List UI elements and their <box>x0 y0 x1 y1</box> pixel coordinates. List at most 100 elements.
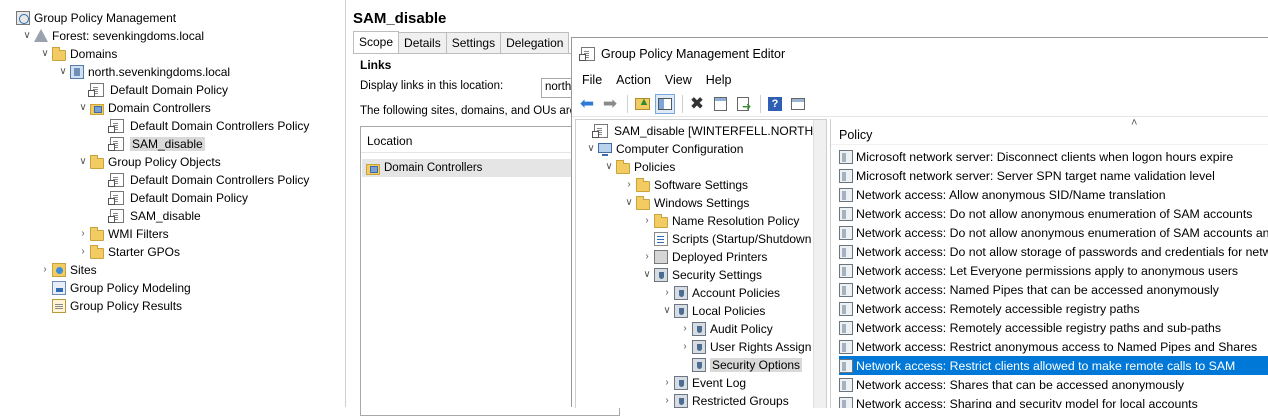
expand-chevron-icon[interactable]: › <box>660 374 674 392</box>
tree-item[interactable]: ∨ Security Settings <box>640 266 762 284</box>
collapse-chevron-icon[interactable]: ∨ <box>76 99 90 117</box>
policy-row[interactable]: Network access: Let Everyone permissions… <box>839 261 1268 280</box>
menu-file[interactable]: File <box>575 73 609 87</box>
tree-item-label: Default Domain Policy <box>130 191 249 205</box>
tree-item[interactable]: ∨ Computer Configuration <box>584 140 743 158</box>
menu-action[interactable]: Action <box>609 73 658 87</box>
policy-row[interactable]: Network access: Remotely accessible regi… <box>839 318 1268 337</box>
policy-row[interactable]: Network access: Remotely accessible regi… <box>839 299 1268 318</box>
expand-chevron-icon[interactable]: › <box>660 284 674 302</box>
expand-chevron-icon[interactable]: › <box>622 176 636 194</box>
tree-item[interactable]: Group Policy Modeling <box>38 279 191 297</box>
collapse-chevron-icon[interactable]: ∨ <box>660 302 674 320</box>
show-hide-tree-icon[interactable] <box>655 94 675 114</box>
properties-icon[interactable] <box>710 94 730 114</box>
tree-item[interactable]: › Event Log <box>660 374 746 392</box>
collapse-chevron-icon[interactable]: ∨ <box>56 63 70 81</box>
tree-item[interactable]: SAM_disable <box>96 207 201 225</box>
policy-row[interactable]: Network access: Restrict anonymous acces… <box>839 337 1268 356</box>
expand-chevron-icon[interactable]: › <box>678 338 692 356</box>
folder-icon <box>636 177 650 192</box>
tree-item[interactable]: Group Policy Management <box>2 9 176 27</box>
collapse-chevron-icon[interactable]: ∨ <box>38 45 52 63</box>
policy-row[interactable]: Network access: Restrict clients allowed… <box>839 356 1268 375</box>
tree-item[interactable]: Scripts (Startup/Shutdown <box>640 230 811 248</box>
policy-setting-icon <box>839 396 853 408</box>
export-icon[interactable]: ➜ <box>733 94 753 114</box>
tree-vertical-scrollbar[interactable] <box>813 120 826 408</box>
help-icon[interactable]: ? <box>765 94 785 114</box>
tree-item[interactable]: › Sites <box>38 261 97 279</box>
policy-row[interactable]: Network access: Do not allow anonymous e… <box>839 223 1268 242</box>
tree-item-label: Group Policy Management <box>34 11 177 25</box>
tree-item[interactable]: › WMI Filters <box>76 225 169 243</box>
policy-row[interactable]: Microsoft network server: Disconnect cli… <box>839 147 1268 166</box>
policy-row[interactable]: Network access: Do not allow storage of … <box>839 242 1268 261</box>
menu-view[interactable]: View <box>658 73 699 87</box>
collapse-chevron-icon[interactable]: ∨ <box>622 194 636 212</box>
tree-item[interactable]: › Software Settings <box>622 176 748 194</box>
folder-icon <box>90 226 104 241</box>
tree-item[interactable]: Group Policy Results <box>38 297 182 315</box>
tree-item[interactable]: Default Domain Policy <box>76 81 228 99</box>
expand-chevron-icon[interactable]: › <box>678 320 692 338</box>
tree-item[interactable]: › Account Policies <box>660 284 780 302</box>
policy-column-header[interactable]: Policy ˄ <box>831 119 1268 145</box>
tree-item[interactable]: ∨ north.sevenkingdoms.local <box>56 63 230 81</box>
tab-details[interactable]: Details <box>398 32 447 53</box>
tree-item[interactable]: ∨ Windows Settings <box>622 194 749 212</box>
tree-item[interactable]: › Starter GPOs <box>76 243 180 261</box>
collapse-chevron-icon[interactable]: ∨ <box>584 140 598 158</box>
expand-chevron-icon[interactable]: › <box>76 243 90 261</box>
tree-item[interactable]: Default Domain Controllers Policy <box>96 171 309 189</box>
policy-row[interactable]: Network access: Shares that can be acces… <box>839 375 1268 394</box>
tab-scope[interactable]: Scope <box>353 31 400 53</box>
editor-titlebar[interactable]: Group Policy Management Editor <box>572 38 1268 69</box>
tree-item[interactable]: › Audit Policy <box>678 320 773 338</box>
menu-help[interactable]: Help <box>699 73 739 87</box>
expand-chevron-icon[interactable]: › <box>640 248 654 266</box>
tree-item[interactable]: Default Domain Controllers Policy <box>96 117 309 135</box>
tree-item[interactable]: SAM_disable <box>96 135 205 153</box>
tree-item[interactable]: › User Rights Assign <box>678 338 811 356</box>
policy-row[interactable]: Network access: Allow anonymous SID/Name… <box>839 185 1268 204</box>
forward-icon[interactable]: ➡ <box>600 94 620 114</box>
policy-row[interactable]: Network access: Sharing and security mod… <box>839 394 1268 408</box>
collapse-chevron-icon[interactable]: ∨ <box>76 153 90 171</box>
tab-delegation[interactable]: Delegation <box>500 32 570 53</box>
policy-list-pane[interactable]: Policy ˄ Microsoft network server: Disco… <box>830 119 1268 408</box>
editor-toolbar: ⬅ ➡ ▲ ✖ ➜ ? <box>572 92 1268 117</box>
expand-chevron-icon[interactable]: › <box>660 392 674 408</box>
tree-item[interactable]: Default Domain Policy <box>96 189 248 207</box>
tab-settings[interactable]: Settings <box>445 32 502 53</box>
tree-item[interactable]: › Restricted Groups <box>660 392 789 408</box>
tree-item[interactable]: ∨ Policies <box>602 158 675 176</box>
collapse-chevron-icon[interactable]: ∨ <box>640 266 654 284</box>
tree-item[interactable]: ∨ Group Policy Objects <box>76 153 221 171</box>
policy-row[interactable]: Network access: Named Pipes that can be … <box>839 280 1268 299</box>
tree-item[interactable]: › Name Resolution Policy <box>640 212 799 230</box>
back-icon[interactable]: ⬅ <box>577 94 597 114</box>
tree-item[interactable]: › Deployed Printers <box>640 248 767 266</box>
gpmc-console-tree[interactable]: Group Policy Management ∨ Forest: sevenkin… <box>0 0 346 407</box>
up-icon[interactable]: ▲ <box>632 94 652 114</box>
collapse-chevron-icon[interactable]: ∨ <box>602 158 616 176</box>
policy-row[interactable]: Microsoft network server: Server SPN tar… <box>839 166 1268 185</box>
editor-namespace-tree[interactable]: SAM_disable [WINTERFELL.NORTH.SEVE ∨ Compu… <box>575 119 827 408</box>
expand-chevron-icon[interactable]: › <box>38 261 52 279</box>
tree-item[interactable]: Security Options <box>678 356 803 374</box>
collapse-chevron-icon[interactable]: ∨ <box>20 27 34 45</box>
ou-icon <box>90 103 104 115</box>
policy-row[interactable]: Network access: Do not allow anonymous e… <box>839 204 1268 223</box>
tree-item[interactable]: ∨ Domains <box>38 45 117 63</box>
gp-management-editor-window[interactable]: Group Policy Management Editor File Acti… <box>571 37 1268 408</box>
tree-item[interactable]: SAM_disable [WINTERFELL.NORTH.SEVE <box>580 122 826 140</box>
tree-item[interactable]: ∨ Domain Controllers <box>76 99 210 117</box>
ou-icon <box>366 163 380 175</box>
delete-icon[interactable]: ✖ <box>687 94 707 114</box>
tree-item[interactable]: ∨ Forest: sevenkingdoms.local <box>20 27 204 45</box>
expand-chevron-icon[interactable]: › <box>640 212 654 230</box>
expand-chevron-icon[interactable]: › <box>76 225 90 243</box>
tree-item[interactable]: ∨ Local Policies <box>660 302 765 320</box>
filter-icon[interactable] <box>788 94 808 114</box>
